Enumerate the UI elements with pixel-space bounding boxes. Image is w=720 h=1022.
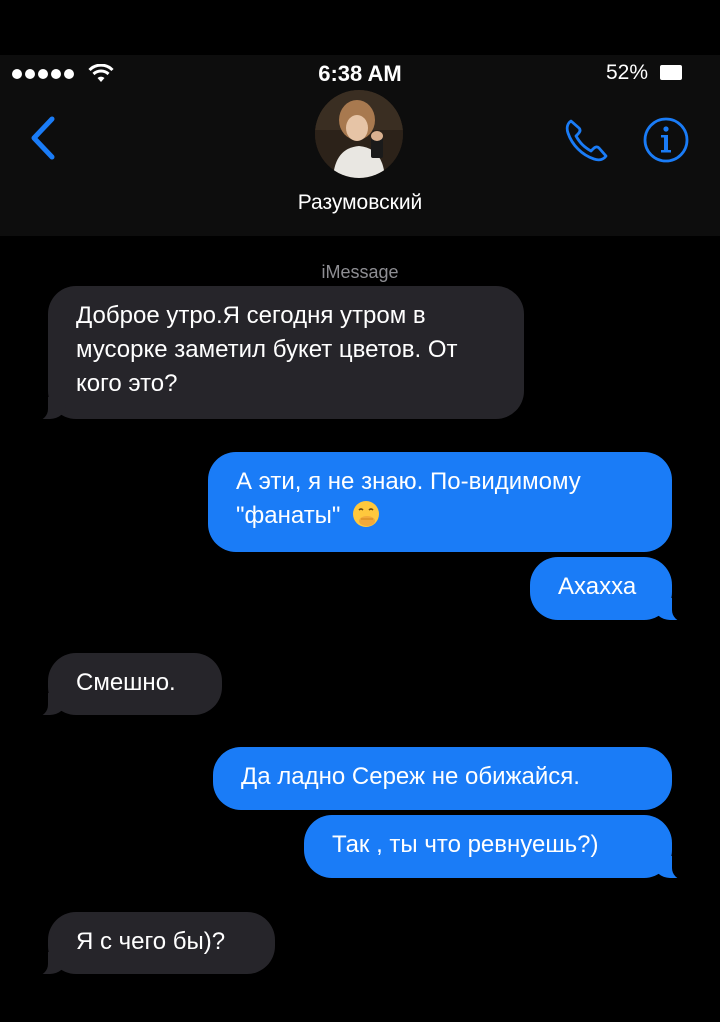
message-text: А эти, я не знаю. По-видимому "фанаты" <box>236 468 581 529</box>
message-text: Смешно. <box>76 669 176 696</box>
battery-icon <box>660 65 682 80</box>
service-label: iMessage <box>321 262 399 282</box>
status-bar: 6:38 AM 52% <box>0 55 720 91</box>
back-button[interactable] <box>26 113 62 163</box>
message-incoming[interactable]: Доброе утро.Я сегодня утром в мусорке за… <box>26 286 524 421</box>
message-text: Ахахха <box>558 573 637 600</box>
top-band <box>0 0 720 55</box>
message-incoming[interactable]: Я с чего бы)? <box>26 912 275 976</box>
message-outgoing[interactable]: Так , ты что ревнуешь?) <box>304 815 694 880</box>
message-text: Доброе утро.Я сегодня утром в мусорке за… <box>76 302 458 397</box>
avatar-photo <box>315 90 403 178</box>
contact-avatar[interactable] <box>315 90 403 178</box>
message-outgoing[interactable]: Да ладно Сереж не обижайся. <box>213 747 672 810</box>
message-incoming[interactable]: Смешно. <box>26 653 222 717</box>
contact-name[interactable]: Разумовский <box>0 191 720 215</box>
message-outgoing[interactable]: А эти, я не знаю. По-видимому "фанаты" <box>208 452 672 552</box>
message-text: Да ладно Сереж не обижайся. <box>241 763 580 790</box>
battery-percentage: 52% <box>605 61 648 84</box>
phone-icon[interactable] <box>562 115 612 165</box>
face-with-hand-over-mouth-icon <box>353 501 380 527</box>
message-outgoing[interactable]: Ахахха <box>530 557 694 622</box>
message-text: Я с чего бы)? <box>76 928 226 955</box>
info-icon[interactable] <box>641 115 691 165</box>
message-text: Так , ты что ревнуешь?) <box>332 831 599 858</box>
